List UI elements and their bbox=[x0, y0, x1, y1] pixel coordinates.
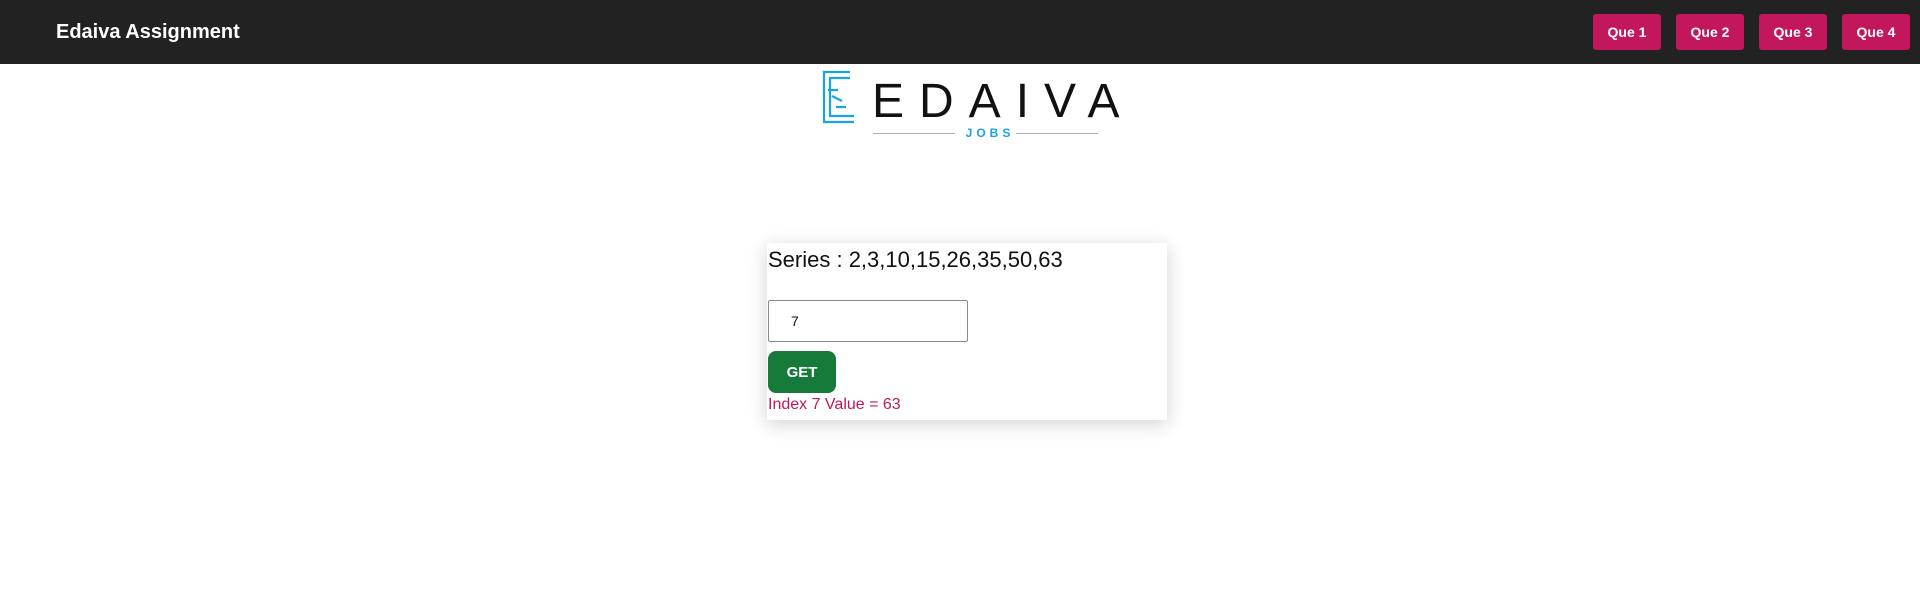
que-4-button[interactable]: Que 4 bbox=[1842, 14, 1910, 50]
series-text: Series : 2,3,10,15,26,35,50,63 bbox=[768, 247, 1063, 272]
nav-button-group: Que 1 Que 2 Que 3 Que 4 bbox=[1593, 14, 1910, 50]
que-2-button[interactable]: Que 2 bbox=[1676, 14, 1744, 50]
index-input[interactable] bbox=[768, 300, 968, 342]
logo-subtitle: JOBS bbox=[965, 126, 1015, 140]
edaiva-e-icon bbox=[822, 70, 854, 124]
logo-divider-left bbox=[873, 133, 955, 134]
edaiva-jobs-logo: EDAIVA JOBS bbox=[818, 68, 1120, 144]
get-button[interactable]: GET bbox=[768, 351, 836, 393]
logo-wordmark: EDAIVA bbox=[872, 75, 1135, 128]
result-text: Index 7 Value = 63 bbox=[768, 396, 901, 413]
app-title: Edaiva Assignment bbox=[56, 21, 240, 43]
que-3-button[interactable]: Que 3 bbox=[1759, 14, 1827, 50]
que-1-button[interactable]: Que 1 bbox=[1593, 14, 1661, 50]
top-navbar: Edaiva Assignment Que 1 Que 2 Que 3 Que … bbox=[0, 0, 1920, 64]
series-card: Series : 2,3,10,15,26,35,50,63 GET Index… bbox=[767, 243, 1167, 420]
logo-divider-right bbox=[1016, 133, 1098, 134]
